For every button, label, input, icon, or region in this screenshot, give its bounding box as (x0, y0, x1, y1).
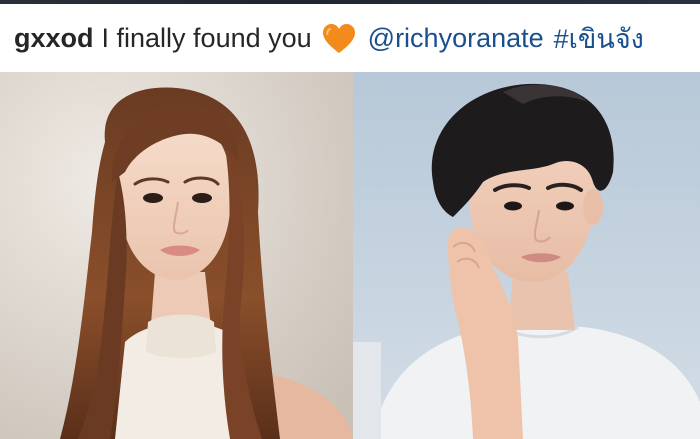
post-caption: gxxod I finally found you @richyoranate … (0, 4, 700, 72)
portrait-woman-photo[interactable] (0, 72, 353, 439)
photo-collage (0, 72, 700, 439)
orange-heart-icon (322, 23, 356, 55)
instagram-post: gxxod I finally found you @richyoranate … (0, 0, 700, 439)
portrait-man-photo[interactable] (353, 72, 700, 439)
username-link[interactable]: gxxod (14, 23, 94, 54)
caption-text: I finally found you (101, 22, 312, 53)
mention-link[interactable]: @richyoranate (368, 23, 544, 54)
hashtag-link[interactable]: #เขินจัง (554, 17, 644, 60)
